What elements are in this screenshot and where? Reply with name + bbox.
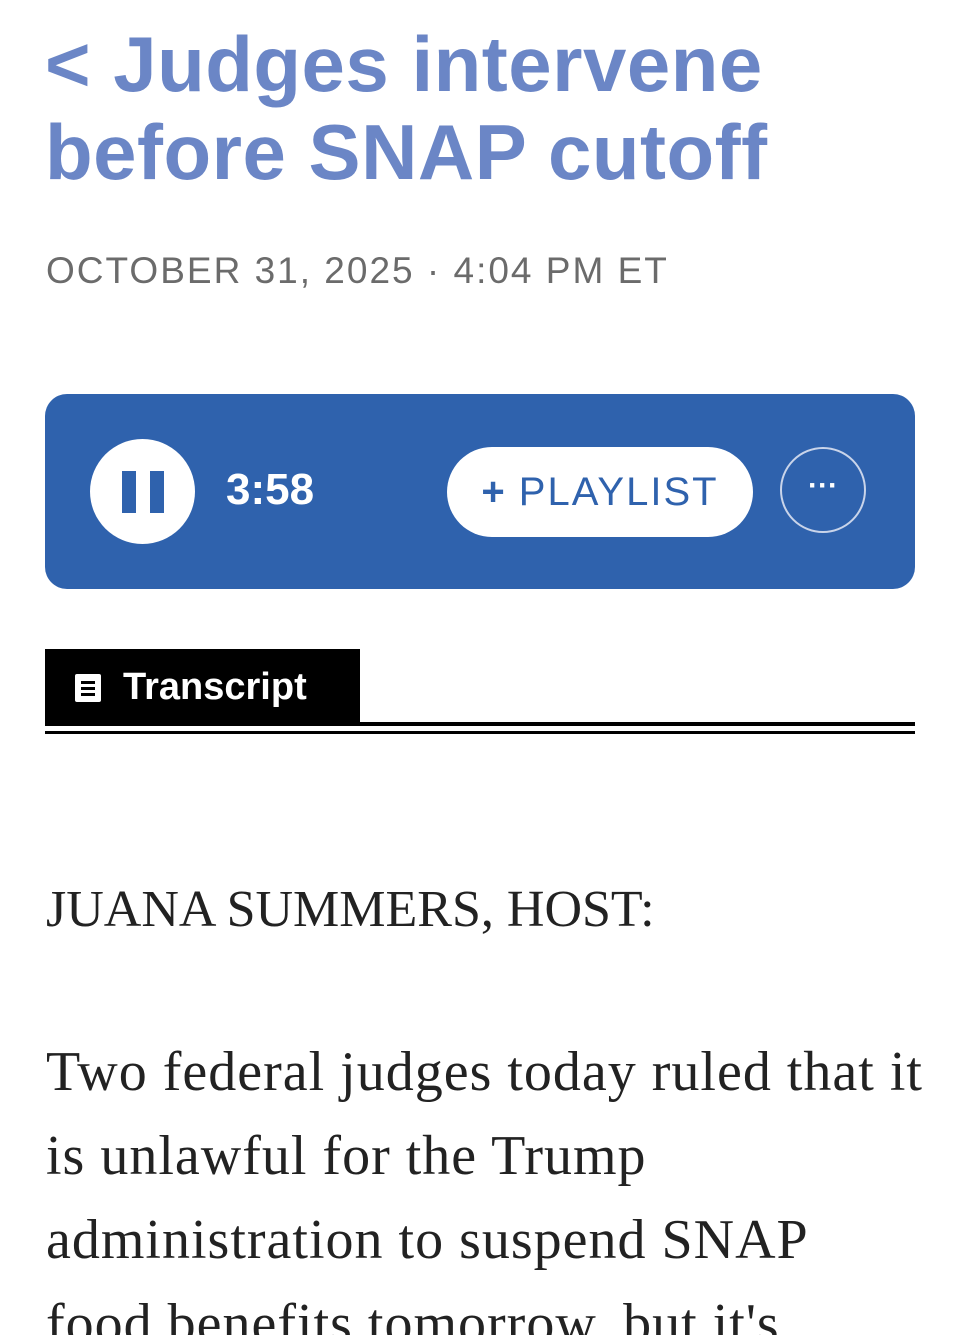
tab-divider-underline (45, 731, 915, 734)
tab-transcript[interactable]: Transcript (45, 649, 360, 726)
publish-time: 4:04 PM ET (453, 250, 669, 291)
playlist-label: PLAYLIST (518, 469, 719, 514)
pause-button[interactable] (90, 439, 195, 544)
dateline: OCTOBER 31, 2025 · 4:04 PM ET (46, 250, 669, 292)
page-title: < Judges intervene before SNAP cutoff (45, 20, 925, 196)
tab-transcript-label: Transcript (123, 666, 307, 708)
audio-duration: 3:58 (226, 465, 315, 514)
more-icon: ··· (808, 469, 838, 502)
article-page: < Judges intervene before SNAP cutoff OC… (0, 0, 960, 1335)
more-options-button[interactable]: ··· (780, 447, 866, 533)
headline-text: Judges intervene before SNAP cutoff (45, 20, 768, 196)
speaker-name: JUANA SUMMERS, HOST: (46, 881, 655, 938)
pause-icon (122, 471, 164, 513)
dateline-separator: · (426, 250, 442, 291)
back-link[interactable]: < (45, 20, 91, 108)
plus-icon: + (481, 469, 507, 514)
add-to-playlist-button[interactable]: + PLAYLIST (447, 447, 753, 537)
transcript-paragraph: Two federal judges today ruled that it i… (46, 1041, 923, 1335)
audio-player: 3:58 + PLAYLIST ··· (45, 394, 915, 589)
publish-date: OCTOBER 31, 2025 (46, 250, 415, 291)
document-icon (75, 673, 101, 702)
